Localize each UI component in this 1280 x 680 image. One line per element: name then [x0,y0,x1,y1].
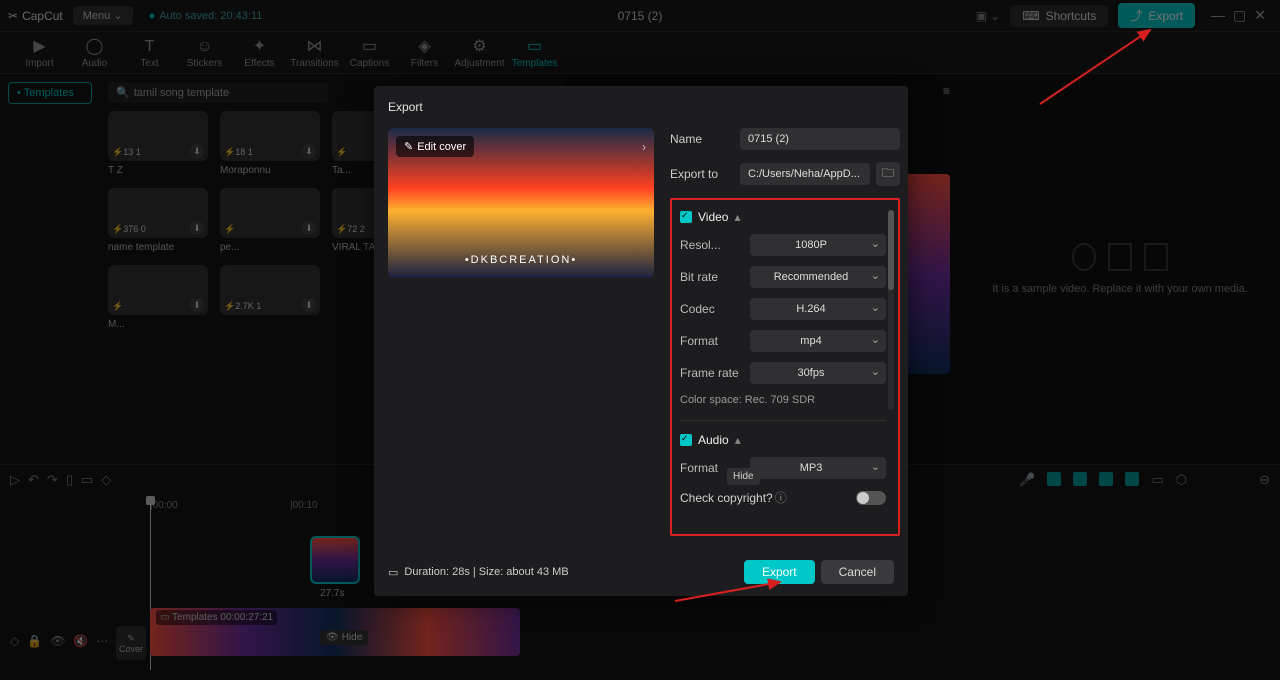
video-format-dropdown[interactable]: mp4 [750,330,886,352]
name-input[interactable]: 0715 (2) [740,128,900,150]
codec-label: Codec [680,302,750,316]
codec-dropdown[interactable]: H.264 [750,298,886,320]
cancel-button[interactable]: Cancel [821,560,894,584]
name-label: Name [670,132,740,146]
framerate-label: Frame rate [680,366,750,380]
exportto-input[interactable]: C:/Users/Neha/AppD... [740,163,870,185]
edit-cover-button[interactable]: ✎ Edit cover [396,136,474,157]
bitrate-label: Bit rate [680,270,750,284]
colorspace-info: Color space: Rec. 709 SDR [680,394,886,406]
framerate-dropdown[interactable]: 30fps [750,362,886,384]
cover-watermark: •DKBCREATION• [465,254,577,278]
settings-scrollbar[interactable] [888,210,894,410]
duration-info: ▭ Duration: 28s | Size: about 43 MB [388,566,569,579]
audio-format-dropdown[interactable]: MP3 [750,457,886,479]
copyright-label: Check copyright? [680,491,773,505]
hide-tooltip: Hide [727,468,760,485]
info-icon[interactable]: ⓘ [775,489,787,506]
export-cover-preview: ✎ Edit cover › •DKBCREATION• [388,128,654,278]
export-modal: Export ✎ Edit cover › •DKBCREATION• Name… [374,86,908,596]
video-checkbox[interactable] [680,211,692,223]
audio-checkbox[interactable] [680,434,692,446]
exportto-label: Export to [670,167,740,181]
resolution-label: Resol... [680,238,750,252]
video-section-label: Video [698,210,728,224]
audio-section-label: Audio [698,433,729,447]
cover-next-icon[interactable]: › [642,140,646,154]
modal-title: Export [388,100,894,114]
copyright-toggle[interactable] [856,491,886,505]
browse-folder-button[interactable]: 🗀 [876,162,900,186]
video-format-label: Format [680,334,750,348]
export-settings-box: Video ▴ Resol...1080P Bit rateRecommende… [670,198,900,536]
bitrate-dropdown[interactable]: Recommended [750,266,886,288]
resolution-dropdown[interactable]: 1080P [750,234,886,256]
